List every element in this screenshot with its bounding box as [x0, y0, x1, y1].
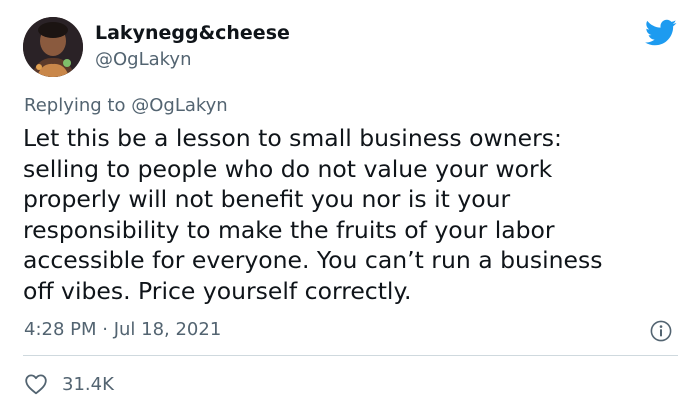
author-display-name[interactable]: Lakynegg&cheese	[95, 22, 290, 44]
reply-context-prefix: Replying to	[24, 95, 126, 116]
like-button[interactable]: 31.4K	[24, 371, 114, 397]
author-handle[interactable]: @OgLakyn	[95, 49, 192, 70]
reply-mention-link[interactable]: @OgLakyn	[131, 95, 228, 116]
reply-context: Replying to @OgLakyn	[24, 95, 228, 116]
tweet-text: Let this be a lesson to small business o…	[23, 123, 683, 306]
divider	[23, 355, 678, 356]
heart-icon	[24, 373, 48, 395]
avatar-image	[23, 17, 83, 77]
tweet-timestamp[interactable]: 4:28 PM · Jul 18, 2021	[24, 319, 221, 340]
avatar[interactable]	[23, 17, 83, 77]
info-icon[interactable]	[650, 320, 672, 342]
tweet-card: Lakynegg&cheese @OgLakyn Replying to @Og…	[0, 0, 700, 410]
tweet-text-line: accessible for everyone. You can’t run a…	[23, 246, 603, 274]
tweet-text-line: Let this be a lesson to small business o…	[23, 124, 562, 152]
tweet-text-line: responsibility to make the fruits of you…	[23, 215, 555, 244]
tweet-text-line: off vibes. Price yourself correctly.	[23, 276, 412, 305]
twitter-bird-icon[interactable]	[645, 19, 677, 47]
tweet-text-line: properly will not benefit you nor is it …	[23, 185, 511, 213]
tweet-text-line: selling to people who do not value your …	[23, 154, 553, 183]
like-count: 31.4K	[62, 373, 114, 395]
